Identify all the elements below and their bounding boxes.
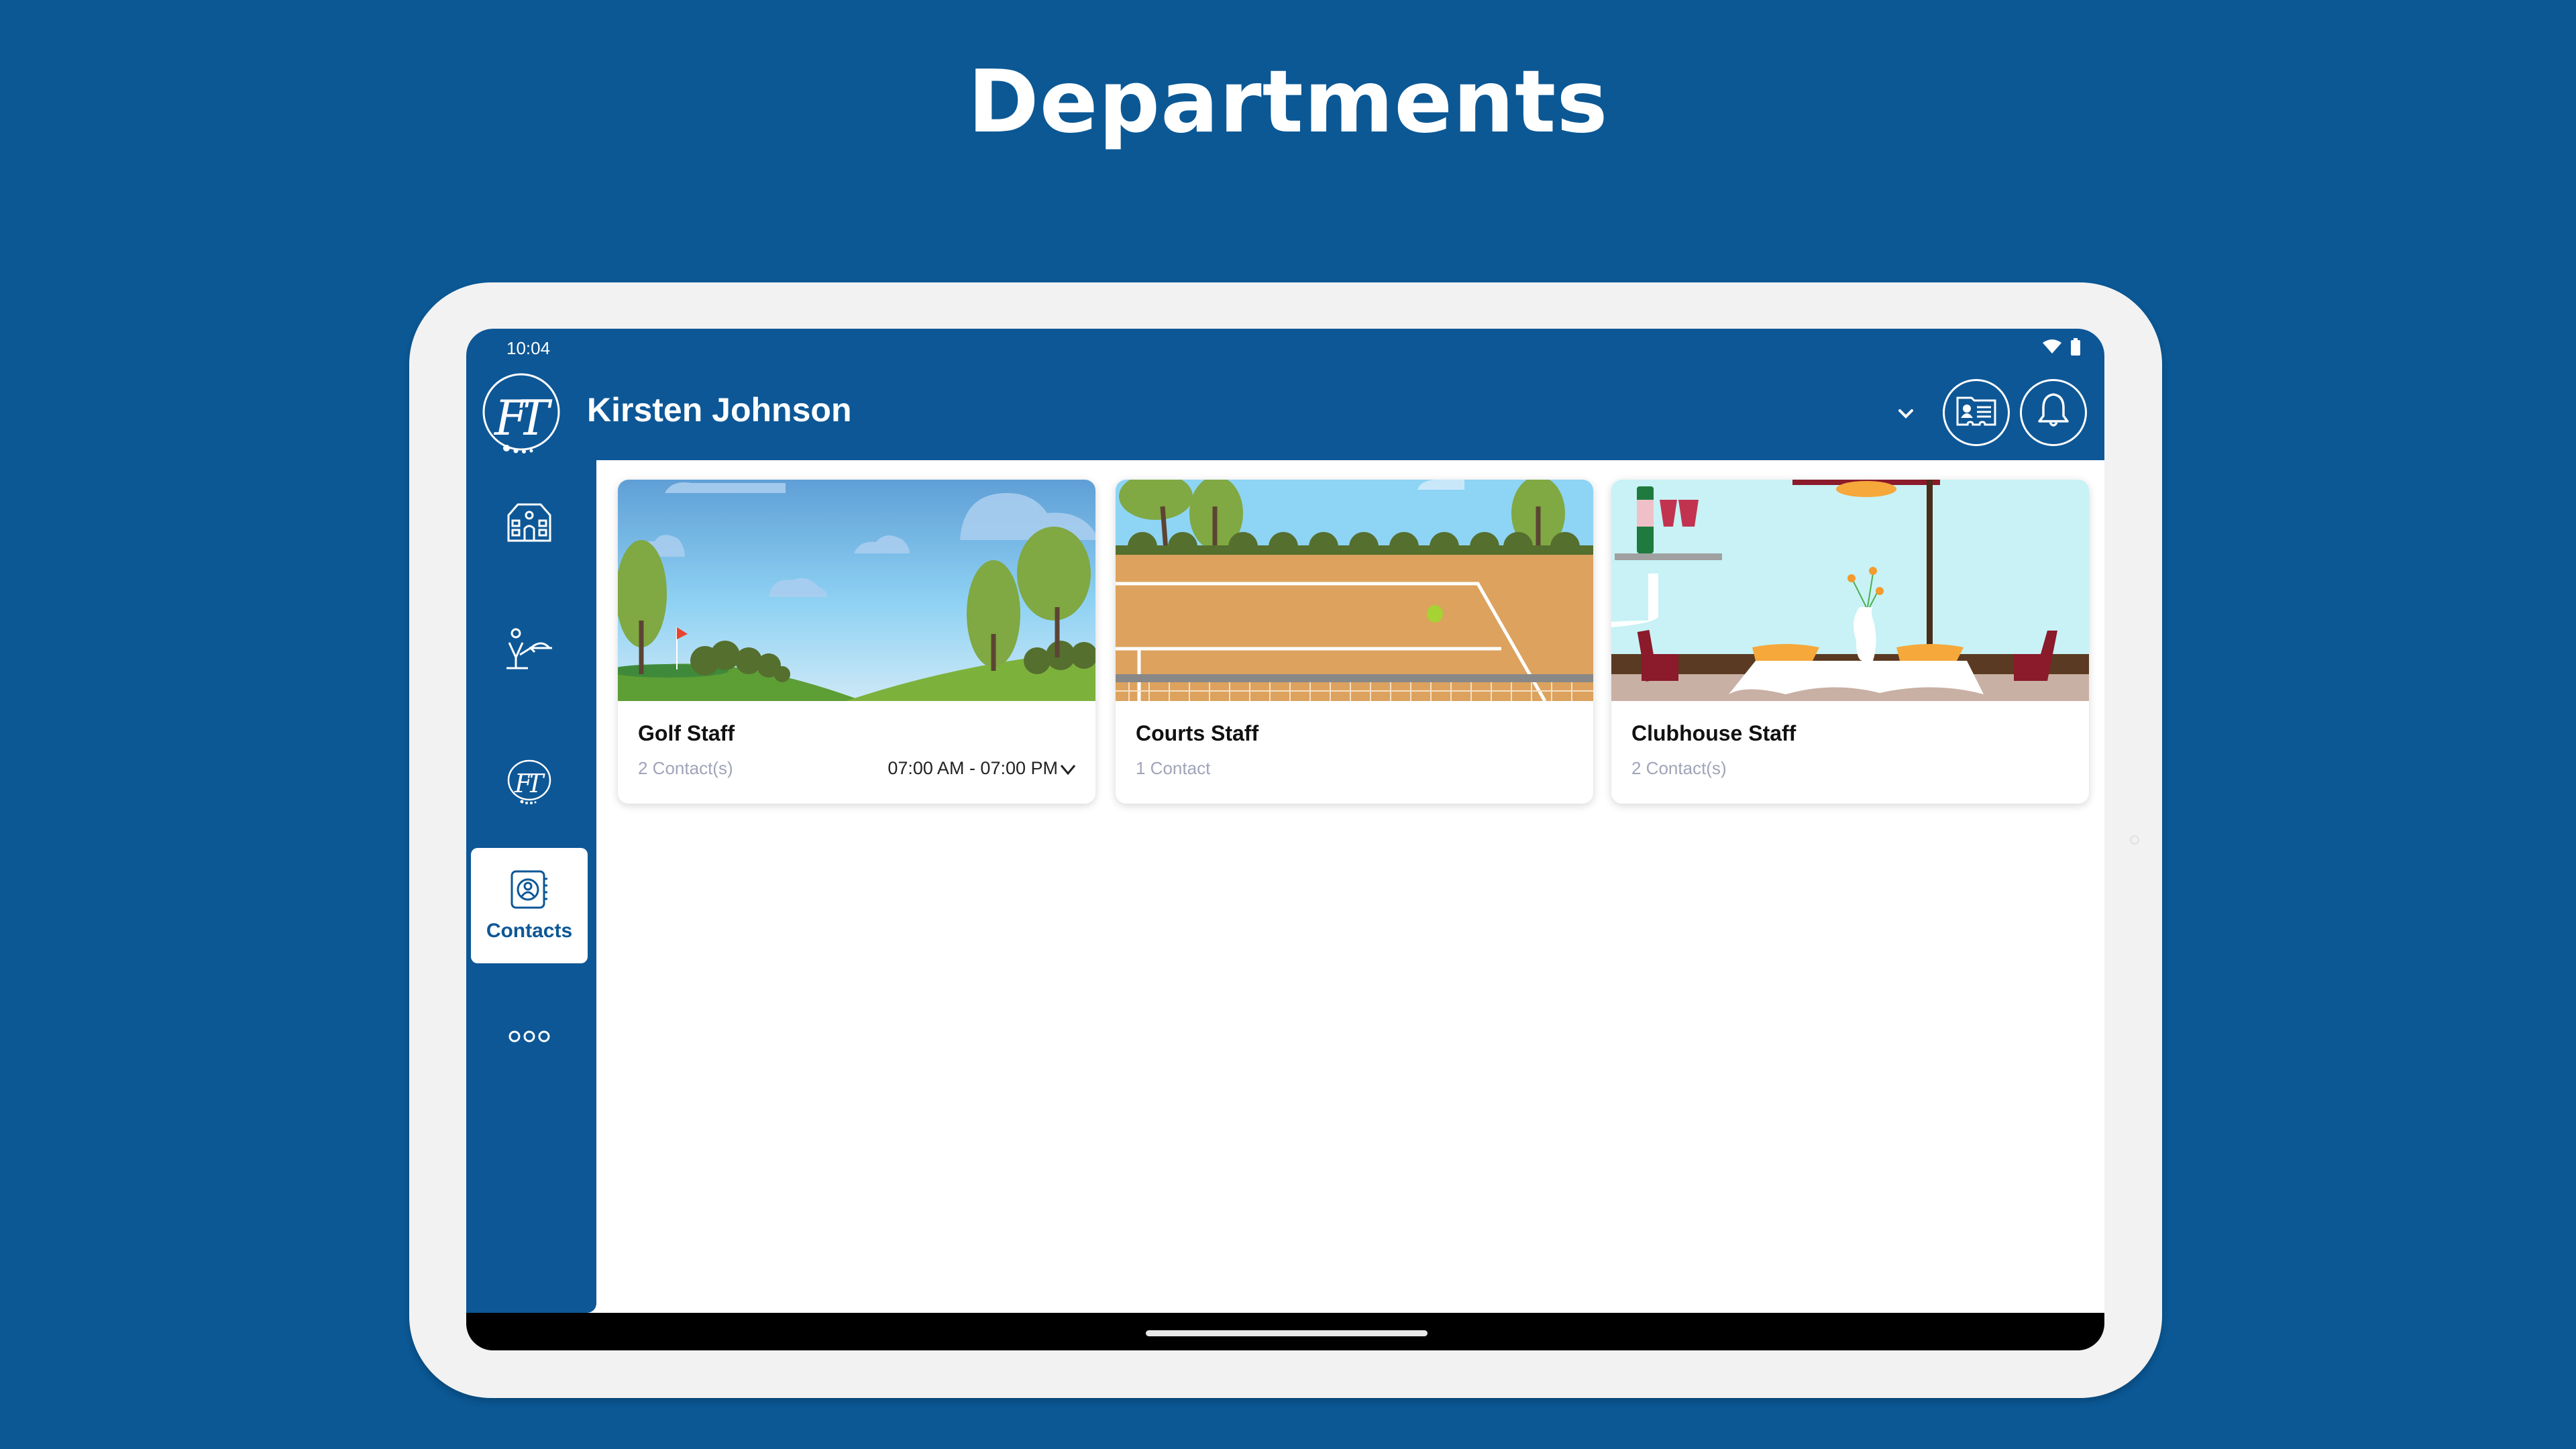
department-title: Clubhouse Staff [1631, 721, 1796, 745]
ft-logo[interactable]: F T [480, 373, 563, 456]
ft-logo-icon: F T [506, 759, 553, 809]
contact-count: 2 Contact(s) [638, 758, 733, 778]
sidebar-item-ft-club[interactable]: F T [471, 726, 588, 841]
golf-course-illustration [618, 480, 1095, 701]
building-icon [506, 502, 553, 547]
more-dots-icon [508, 1030, 551, 1046]
department-title: Courts Staff [1136, 721, 1259, 745]
departments-grid: Golf Staff 2 Contact(s) 07:00 AM - 07:00… [596, 460, 2104, 1313]
tablet-screen: 10:04 F T Kirsten Johnson F T Contacts G… [466, 329, 2104, 1350]
tennis-court-illustration [1116, 480, 1593, 701]
contact-card-button[interactable] [1943, 379, 2010, 446]
sidebar-item-dining[interactable] [471, 594, 588, 710]
id-card-icon [1955, 394, 1997, 432]
chevron-down-icon[interactable] [1894, 402, 1918, 426]
department-card-golf[interactable]: Golf Staff 2 Contact(s) 07:00 AM - 07:00… [618, 480, 1095, 804]
department-card-courts[interactable]: Courts Staff 1 Contact [1116, 480, 1593, 804]
camera-dot [2130, 835, 2139, 845]
svg-text:T: T [517, 390, 553, 446]
contact-count: 2 Contact(s) [1631, 758, 1727, 778]
status-time: 10:04 [506, 338, 551, 358]
bell-icon [2037, 392, 2070, 434]
status-bar: 10:04 [466, 329, 2104, 365]
home-indicator[interactable] [1146, 1330, 1428, 1336]
system-navigation-bar [466, 1313, 2104, 1350]
dining-table-illustration [1611, 480, 2089, 701]
contacts-book-icon [510, 869, 549, 913]
department-title: Golf Staff [638, 721, 735, 745]
svg-text:T: T [527, 769, 545, 798]
wifi-icon [2043, 339, 2061, 358]
sidebar-item-more[interactable] [471, 980, 588, 1095]
user-name: Kirsten Johnson [587, 391, 852, 429]
sidebar-item-contacts[interactable]: Contacts [471, 848, 588, 963]
waiter-icon [505, 628, 553, 677]
battery-icon [2071, 338, 2080, 359]
app-header: F T Kirsten Johnson [466, 365, 2104, 462]
contact-count: 1 Contact [1136, 758, 1211, 778]
sidebar-item-label: Contacts [486, 919, 573, 942]
page-title: Departments [967, 52, 1609, 152]
department-card-clubhouse[interactable]: Clubhouse Staff 2 Contact(s) [1611, 480, 2089, 804]
notifications-button[interactable] [2020, 379, 2087, 446]
sidebar-item-clubhouse[interactable] [471, 466, 588, 582]
sidebar: F T Contacts [466, 460, 596, 1313]
chevron-down-icon[interactable] [1058, 759, 1078, 779]
status-icons [2043, 338, 2080, 359]
department-hours: 07:00 AM - 07:00 PM [888, 758, 1058, 778]
